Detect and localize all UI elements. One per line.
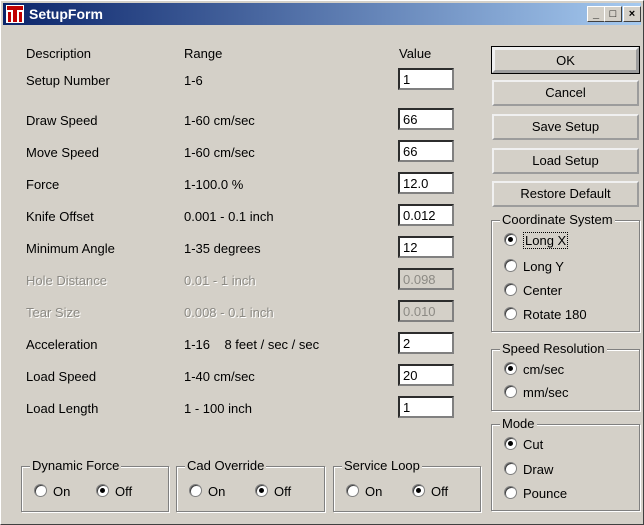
restore-default-button[interactable]: Restore Default: [492, 181, 639, 207]
radio-icon: [189, 484, 202, 497]
ok-button[interactable]: OK: [491, 46, 640, 74]
radio-pounce[interactable]: Pounce: [504, 486, 567, 501]
dynamic-force-on-radio[interactable]: On: [34, 484, 70, 499]
row-range: 1-60 cm/sec: [184, 145, 255, 160]
row-value-input: [398, 268, 454, 290]
range-header: Range: [184, 46, 223, 61]
row-range: 1-35 degrees: [184, 241, 261, 256]
row-range: 1-40 cm/sec: [184, 369, 255, 384]
row-description: Force: [26, 177, 60, 192]
cad-override-off-radio[interactable]: Off: [255, 484, 291, 499]
value-header: Value: [399, 46, 432, 61]
row-value-input[interactable]: [398, 396, 454, 418]
minimize-icon: _: [592, 8, 600, 20]
radio-selected-icon: [96, 484, 109, 497]
row-range: 1-6: [184, 73, 203, 88]
app-logo-icon: [6, 5, 24, 23]
radio-icon: [346, 484, 359, 497]
setup-form-window: SetupForm _ □ × Description Range Value …: [0, 0, 644, 525]
dynamic-force-off-radio[interactable]: Off: [96, 484, 132, 499]
row-range: 1-16 8 feet / sec / sec: [184, 337, 320, 352]
row-description: Knife Offset: [26, 209, 94, 224]
radio-selected-icon: [504, 362, 517, 375]
row-range: 1-60 cm/sec: [184, 113, 255, 128]
speed-resolution-title: Speed Resolution: [500, 341, 607, 356]
radio-draw[interactable]: Draw: [504, 462, 553, 477]
row-range: 0.008 - 0.1 inch: [184, 305, 274, 320]
radio-selected-icon: [412, 484, 425, 497]
radio-icon: [504, 283, 517, 296]
row-value-input[interactable]: [398, 68, 454, 90]
mode-title: Mode: [500, 416, 537, 431]
speed-resolution-group: Speed Resolution cm/sec mm/sec: [491, 341, 640, 411]
description-header: Description: [26, 46, 92, 61]
cad-override-group: Cad Override On Off: [176, 458, 325, 512]
radio-rotate-180[interactable]: Rotate 180: [504, 307, 587, 322]
close-icon: ×: [628, 8, 636, 20]
radio-icon: [34, 484, 47, 497]
maximize-button[interactable]: □: [604, 6, 622, 22]
cad-override-on-radio[interactable]: On: [189, 484, 225, 499]
radio-center[interactable]: Center: [504, 283, 562, 298]
radio-cut[interactable]: Cut: [504, 437, 543, 452]
row-value-input[interactable]: [398, 172, 454, 194]
row-range: 0.01 - 1 inch: [184, 273, 256, 288]
radio-mm-sec[interactable]: mm/sec: [504, 385, 569, 400]
row-description: Draw Speed: [26, 113, 98, 128]
maximize-icon: □: [609, 8, 617, 20]
minimize-button[interactable]: _: [587, 6, 605, 22]
radio-selected-icon: [255, 484, 268, 497]
row-description: Minimum Angle: [26, 241, 115, 256]
cancel-button[interactable]: Cancel: [492, 80, 639, 106]
cad-override-title: Cad Override: [185, 458, 267, 473]
row-value-input[interactable]: [398, 236, 454, 258]
save-setup-button[interactable]: Save Setup: [492, 114, 639, 140]
row-range: 1-100.0 %: [184, 177, 244, 192]
load-setup-button[interactable]: Load Setup: [492, 148, 639, 174]
row-description: Move Speed: [26, 145, 99, 160]
coordinate-system-group: Coordinate System Long X Long Y Center R…: [491, 212, 640, 332]
radio-icon: [504, 259, 517, 272]
radio-icon: [504, 486, 517, 499]
dynamic-force-group: Dynamic Force On Off: [21, 458, 169, 512]
service-loop-group: Service Loop On Off: [333, 458, 481, 512]
service-loop-title: Service Loop: [342, 458, 422, 473]
row-description: Load Length: [26, 401, 99, 416]
row-description: Hole Distance: [26, 273, 107, 288]
title-bar[interactable]: SetupForm _ □ ×: [3, 3, 641, 25]
coordinate-system-title: Coordinate System: [500, 212, 615, 227]
mode-group: Mode Cut Draw Pounce: [491, 416, 640, 511]
row-value-input[interactable]: [398, 108, 454, 130]
row-description: Acceleration: [26, 337, 98, 352]
radio-long-y[interactable]: Long Y: [504, 259, 564, 274]
row-description: Load Speed: [26, 369, 97, 384]
dynamic-force-title: Dynamic Force: [30, 458, 122, 473]
row-description: Setup Number: [26, 73, 110, 88]
row-value-input[interactable]: [398, 364, 454, 386]
radio-icon: [504, 385, 517, 398]
radio-selected-icon: [504, 437, 517, 450]
service-loop-off-radio[interactable]: Off: [412, 484, 448, 499]
radio-icon: [504, 307, 517, 320]
row-range: 1 - 100 inch: [184, 401, 252, 416]
radio-long-x[interactable]: Long X: [504, 232, 569, 249]
row-range: 0.001 - 0.1 inch: [184, 209, 274, 224]
row-description: Tear Size: [26, 305, 81, 320]
row-value-input[interactable]: [398, 332, 454, 354]
window-title: SetupForm: [29, 6, 103, 22]
radio-cm-sec[interactable]: cm/sec: [504, 362, 564, 377]
radio-selected-icon: [504, 233, 517, 246]
radio-icon: [504, 462, 517, 475]
close-button[interactable]: ×: [623, 6, 641, 22]
row-value-input[interactable]: [398, 204, 454, 226]
row-value-input: [398, 300, 454, 322]
row-value-input[interactable]: [398, 140, 454, 162]
service-loop-on-radio[interactable]: On: [346, 484, 382, 499]
